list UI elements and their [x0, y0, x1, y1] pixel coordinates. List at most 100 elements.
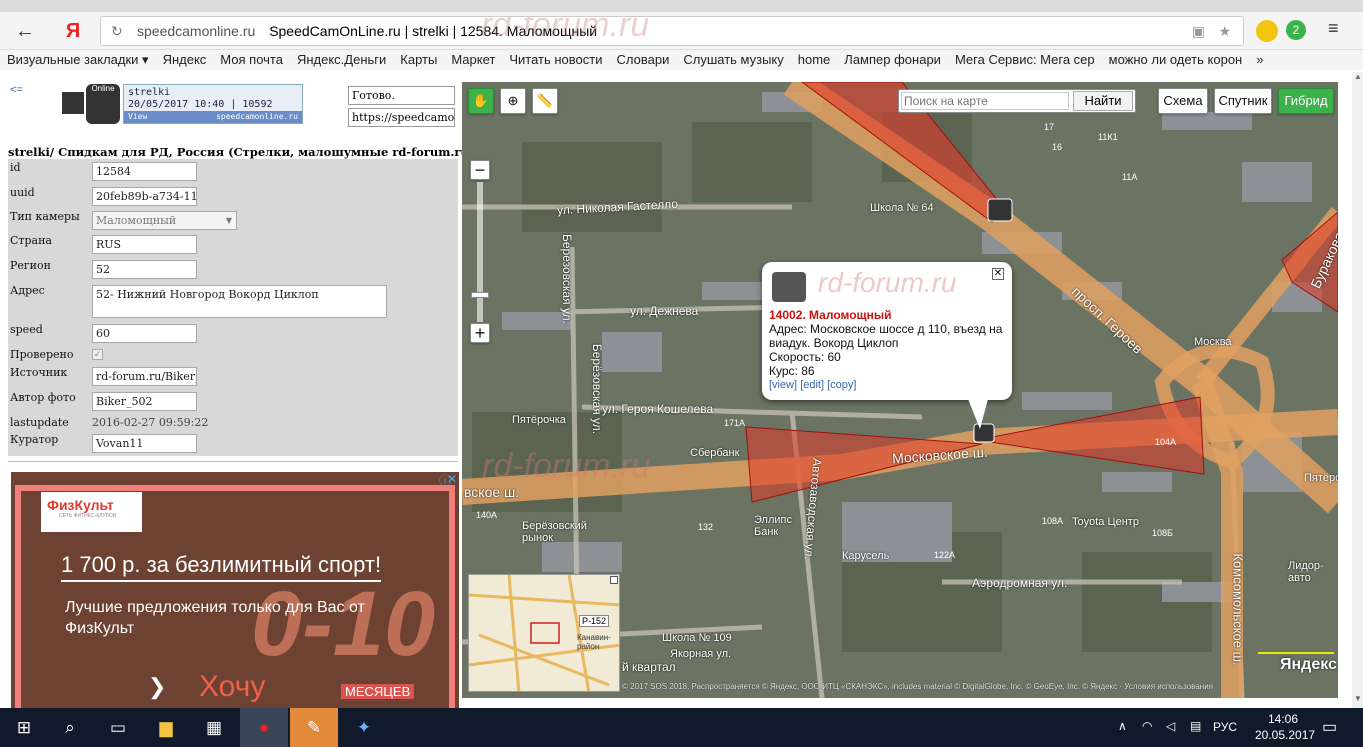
- status-ready: Готово.: [348, 86, 455, 105]
- bookmark-item[interactable]: Маркет: [444, 50, 502, 69]
- star-icon[interactable]: ★: [1218, 17, 1231, 45]
- country-field[interactable]: RUS: [92, 235, 197, 254]
- house-number: 171А: [724, 418, 746, 428]
- tray-chevron-icon[interactable]: ∧: [1118, 719, 1127, 733]
- map-search-button[interactable]: Найти: [1073, 91, 1133, 111]
- zoom-in-button[interactable]: +: [470, 323, 490, 343]
- logo-cam-label: strelki: [128, 87, 171, 98]
- bookmark-item[interactable]: Словари: [610, 50, 677, 69]
- bookmark-item[interactable]: Яндекс.Деньги: [290, 50, 393, 69]
- back-arrow-icon[interactable]: ←: [12, 18, 38, 44]
- checked-checkbox[interactable]: ✓: [92, 349, 103, 360]
- place-label: Эллипс Банк: [754, 514, 792, 538]
- speed-label: speed: [10, 323, 43, 336]
- bookmark-item[interactable]: home: [791, 50, 838, 69]
- house-number: 140А: [476, 510, 498, 520]
- bookmark-item[interactable]: Лампер фонари: [837, 50, 948, 69]
- layer-satellite-button[interactable]: Спутник: [1214, 88, 1272, 114]
- back-link[interactable]: <=: [10, 84, 23, 96]
- camera-online-icon: Online: [86, 84, 120, 124]
- keyboard-icon[interactable]: ▤: [1190, 719, 1201, 733]
- uuid-field[interactable]: 20feb89b-a734-11e5: [92, 187, 197, 206]
- map-view[interactable]: ул. Николая Гастелло ул. Дежнева ул. Гер…: [462, 82, 1338, 698]
- windows-start-icon[interactable]: ⊞: [0, 708, 48, 747]
- region-field[interactable]: 52: [92, 260, 197, 279]
- search-icon[interactable]: ⌕: [46, 708, 94, 747]
- minimap-toggle-icon[interactable]: [610, 576, 618, 584]
- layer-hybrid-button[interactable]: Гибрид: [1278, 88, 1334, 114]
- map-search-input[interactable]: [901, 92, 1069, 110]
- close-icon[interactable]: ✕: [992, 268, 1004, 280]
- task-view-icon[interactable]: ▭: [94, 708, 142, 747]
- url-bar[interactable]: ↻ speedcamonline.ru SpeedCamOnLine.ru | …: [100, 16, 1244, 46]
- zoom-slider-track[interactable]: [477, 182, 483, 322]
- bookmark-item[interactable]: Мега Сервис: Мега сер: [948, 50, 1102, 69]
- page-scrollbar[interactable]: ▲ ▼: [1352, 72, 1363, 708]
- bookmark-item[interactable]: Карты: [393, 50, 444, 69]
- protect-icon[interactable]: ▣: [1192, 17, 1205, 45]
- id-field[interactable]: 12584: [92, 162, 197, 181]
- place-label: Пятёрочка: [512, 414, 566, 426]
- weather-icon[interactable]: [1256, 20, 1278, 42]
- hand-tool-icon[interactable]: ✋: [468, 88, 494, 114]
- place-label: Лидор-авто: [1288, 560, 1324, 584]
- ad-close-icon[interactable]: ✕: [447, 472, 457, 486]
- bookmark-item[interactable]: Яндекс: [156, 50, 214, 69]
- store-icon[interactable]: ▦: [190, 708, 238, 747]
- status-url[interactable]: https://speedcamon: [348, 108, 455, 127]
- popup-copy-link[interactable]: [copy]: [827, 379, 856, 391]
- divider: [8, 461, 458, 462]
- street-label: вское ш.: [464, 484, 520, 500]
- wifi-icon[interactable]: ◠: [1142, 719, 1152, 733]
- bookmark-item[interactable]: Моя почта: [213, 50, 290, 69]
- minimap-district: Канавин-район: [577, 633, 611, 651]
- app-icon[interactable]: ✎: [290, 708, 338, 747]
- ruler-icon[interactable]: 📏: [532, 88, 558, 114]
- yandex-logo-icon[interactable]: Я: [60, 18, 86, 44]
- notifications-icon[interactable]: ▭: [1322, 717, 1337, 737]
- curator-field[interactable]: Vovan11: [92, 434, 197, 453]
- popup-edit-link[interactable]: [edit]: [800, 379, 824, 391]
- paint-icon[interactable]: ✦: [340, 708, 388, 747]
- page-heading: strelki/ Спидкам для РД, Россия (Стрелки…: [8, 145, 475, 159]
- zoom-slider-handle[interactable]: [471, 292, 489, 298]
- speed-field[interactable]: 60: [92, 324, 197, 343]
- yandex-browser-icon[interactable]: ●: [240, 708, 288, 747]
- map-copyright[interactable]: © 2017 SOS 2018. Распространяется © Янде…: [622, 682, 1338, 691]
- place-label: Берёзовский рынок: [522, 520, 587, 544]
- bookmark-item[interactable]: Слушать музыку: [676, 50, 790, 69]
- street-label: ул. Героя Кошелева: [602, 402, 714, 416]
- ad-cta[interactable]: Хочу: [199, 670, 265, 704]
- site-logo[interactable]: Online strelki 20/05/2017 10:40 | 10592 …: [62, 84, 304, 126]
- checked-label: Проверено: [10, 348, 74, 361]
- zoom-out-button[interactable]: −: [470, 160, 490, 180]
- clock[interactable]: 14:06 20.05.2017: [1255, 711, 1316, 743]
- address-field[interactable]: 52- Нижний Новгород Вокорд Циклоп: [92, 285, 387, 318]
- clock-date: 20.05.2017: [1255, 728, 1316, 742]
- language-indicator[interactable]: РУС: [1213, 720, 1237, 734]
- notification-badge[interactable]: 2: [1286, 20, 1306, 40]
- bookmark-item[interactable]: Читать новости: [502, 50, 609, 69]
- bookmarks-more[interactable]: »: [1249, 50, 1270, 69]
- layer-scheme-button[interactable]: Схема: [1158, 88, 1208, 114]
- ad-banner[interactable]: 0-10 МЕСЯЦЕВ ФизКульт СЕТЬ ФИТНЕС-КЛУБОВ…: [11, 472, 459, 708]
- minimap[interactable]: Р-152 Канавин-район: [468, 574, 620, 692]
- scroll-down-icon[interactable]: ▼: [1354, 694, 1362, 703]
- scale-bar: [1258, 652, 1334, 654]
- author-field[interactable]: Biker_502: [92, 392, 197, 411]
- camera-form: id 12584 uuid 20feb89b-a734-11e5 Тип кам…: [8, 159, 458, 456]
- menu-icon[interactable]: ≡: [1328, 18, 1339, 39]
- uuid-label: uuid: [10, 186, 35, 199]
- watermark-text: rd-forum.ru: [818, 267, 957, 298]
- bookmark-item[interactable]: можно ли одеть корон: [1102, 50, 1250, 69]
- camera-type-select[interactable]: Маломощный ▼: [92, 211, 237, 230]
- source-field[interactable]: rd-forum.ru/Biker_5: [92, 367, 197, 386]
- bookmark-item[interactable]: Визуальные закладки ▾: [0, 50, 156, 69]
- zoom-area-icon[interactable]: ⊕: [500, 88, 526, 114]
- chevron-down-icon: ▼: [225, 216, 232, 225]
- popup-view-link[interactable]: [view]: [769, 379, 797, 391]
- volume-icon[interactable]: ◁: [1166, 719, 1175, 733]
- reload-icon[interactable]: ↻: [111, 17, 123, 45]
- file-explorer-icon[interactable]: ▆: [142, 708, 190, 747]
- scroll-up-icon[interactable]: ▲: [1354, 72, 1362, 81]
